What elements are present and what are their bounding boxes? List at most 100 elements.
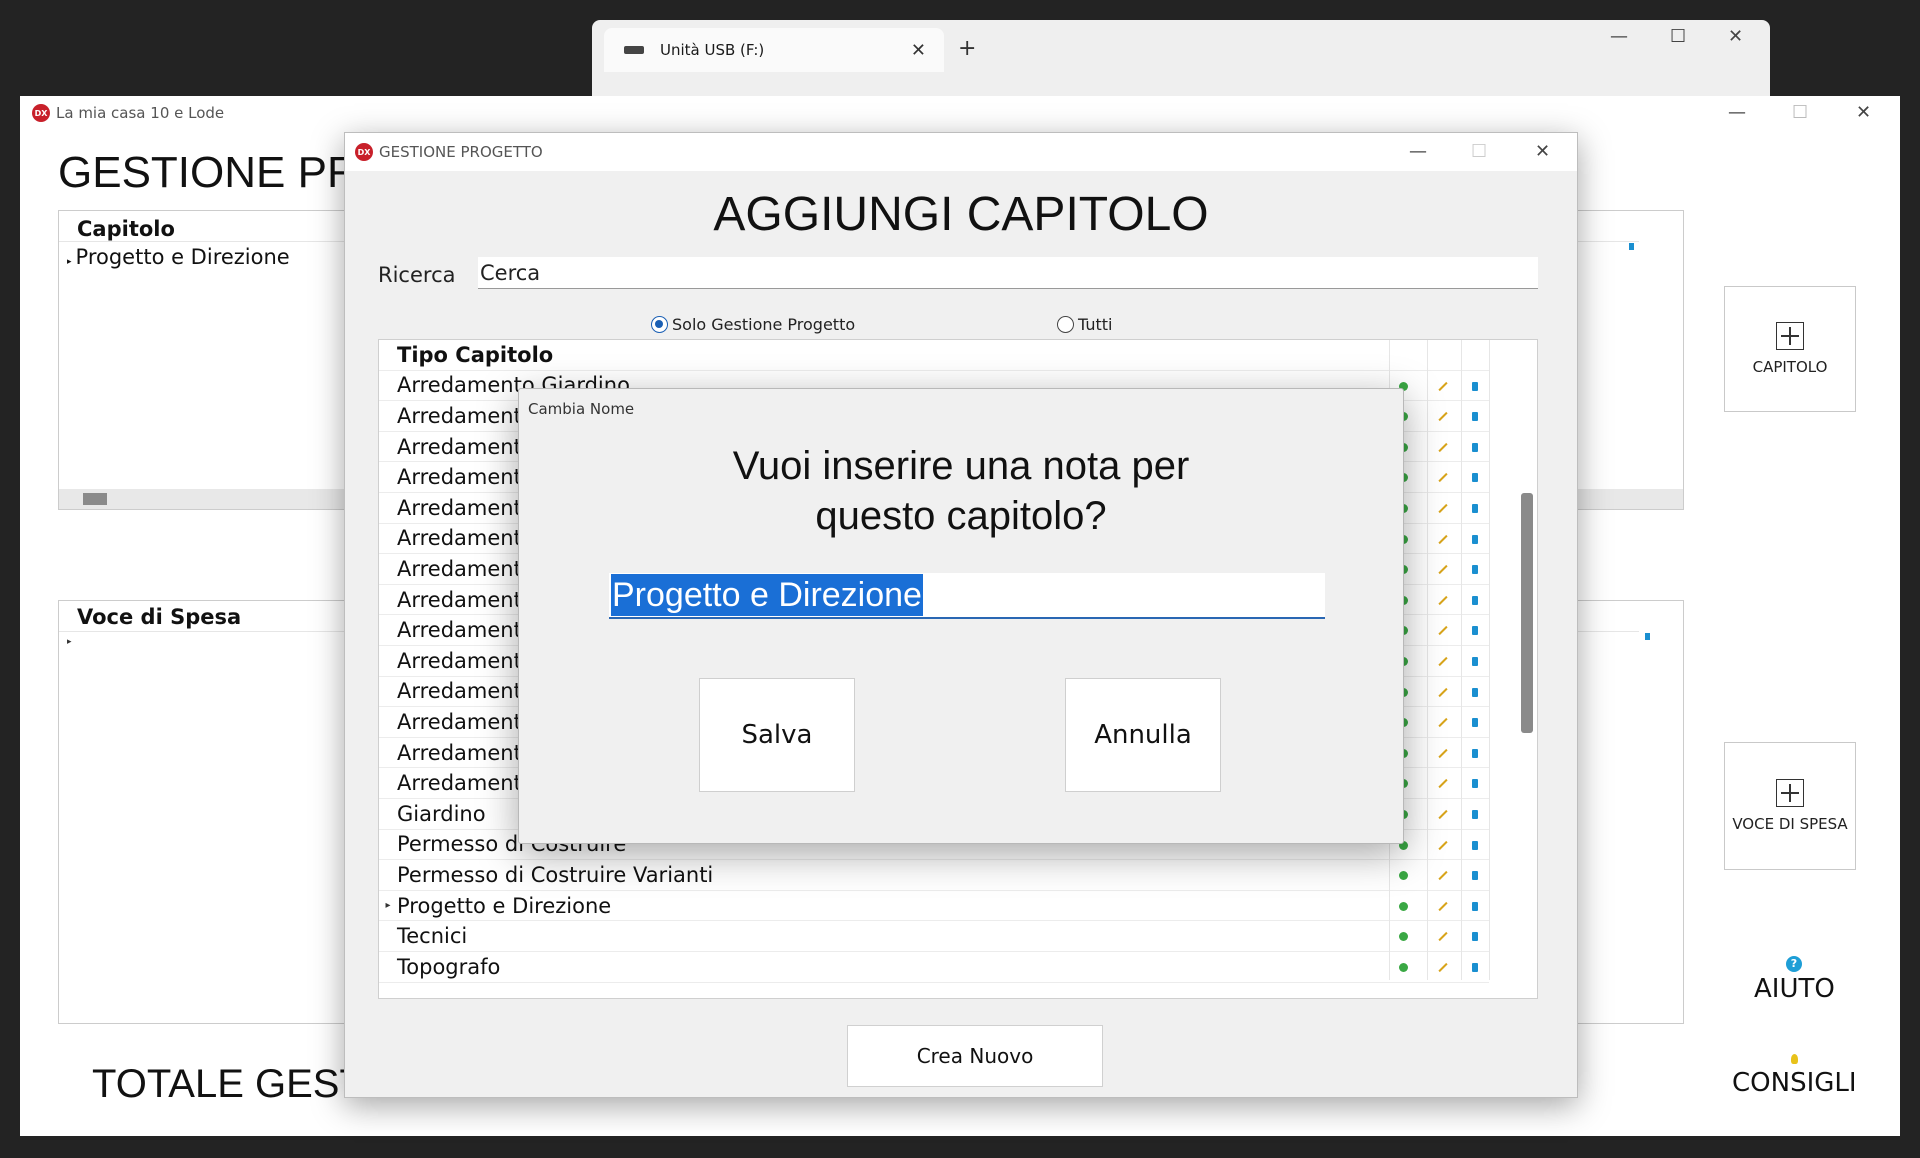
row-indicator-icon: ▸ — [385, 900, 391, 912]
row-label: Arredamento — [397, 495, 535, 520]
delete-icon[interactable] — [1472, 748, 1478, 758]
delete-icon[interactable] — [1472, 534, 1478, 544]
row-label: Arredamento — [397, 740, 535, 765]
delete-icon[interactable] — [1472, 412, 1478, 422]
table-row[interactable]: ▸ Progetto e Direzione — [379, 891, 1489, 922]
row-label: Arredamento — [397, 618, 535, 643]
radio-solo-gestione[interactable]: Solo Gestione Progetto — [651, 315, 855, 334]
row-label: Progetto e Direzione — [397, 893, 612, 918]
main-titlebar: DX La mia casa 10 e Lode — ☐ ✕ — [20, 96, 1900, 132]
aiuto-button[interactable]: ? AIUTO — [1754, 956, 1835, 1004]
row-label: Permesso di Costruire Varianti — [397, 862, 714, 887]
note-input[interactable]: Progetto e Direzione — [609, 573, 1325, 619]
confirm-icon[interactable] — [1399, 901, 1408, 911]
salva-button[interactable]: Salva — [699, 678, 855, 792]
radio-solo-label: Solo Gestione Progetto — [672, 315, 856, 334]
explorer-close-button[interactable]: ✕ — [1728, 26, 1743, 47]
radio-tutti-label: Tutti — [1078, 315, 1113, 334]
main-minimize-button[interactable]: — — [1728, 102, 1746, 123]
row-label: Arredamento — [397, 556, 535, 581]
consigli-label: CONSIGLI — [1732, 1068, 1857, 1098]
dialog-heading: AGGIUNGI CAPITOLO — [713, 188, 1209, 241]
delete-icon[interactable] — [1472, 504, 1478, 513]
gestione-close-button[interactable]: ✕ — [1535, 141, 1550, 162]
row-label: Arredamento — [397, 465, 535, 490]
row-label: Arredamento — [397, 403, 535, 428]
table-row[interactable]: Permesso di Costruire Varianti — [379, 860, 1489, 891]
cambia-nome-titlebar: Cambia Nome — [519, 389, 1403, 429]
row-label: Topografo — [397, 954, 501, 979]
row-label: Arredamento — [397, 771, 535, 796]
delete-icon[interactable] — [1472, 473, 1478, 483]
delete-icon[interactable] — [1629, 243, 1634, 250]
delete-icon[interactable] — [1472, 626, 1478, 636]
plus-icon — [1776, 779, 1804, 807]
main-close-button[interactable]: ✕ — [1856, 102, 1871, 123]
delete-icon[interactable] — [1472, 657, 1478, 666]
search-input[interactable] — [478, 257, 1538, 289]
add-voce-button[interactable]: VOCE DI SPESA — [1724, 742, 1856, 870]
delete-icon[interactable] — [1472, 932, 1478, 942]
gestione-maximize-button[interactable]: ☐ — [1471, 141, 1487, 162]
delete-icon[interactable] — [1472, 810, 1478, 819]
explorer-minimize-button[interactable]: — — [1610, 26, 1628, 47]
gestione-minimize-button[interactable]: — — [1409, 141, 1427, 162]
delete-icon[interactable] — [1472, 779, 1478, 789]
delete-icon[interactable] — [1472, 718, 1478, 728]
annulla-button[interactable]: Annulla — [1065, 678, 1221, 792]
explorer-maximize-button[interactable]: ☐ — [1670, 26, 1686, 47]
crea-nuovo-button[interactable]: Crea Nuovo — [847, 1025, 1103, 1087]
add-voce-label: VOCE DI SPESA — [1732, 815, 1848, 833]
row-label: Arredamento — [397, 648, 535, 673]
row-label: Arredamento — [397, 709, 535, 734]
scrollbar-thumb[interactable] — [83, 493, 107, 505]
close-tab-icon[interactable]: ✕ — [911, 40, 926, 61]
delete-icon[interactable] — [1472, 963, 1478, 972]
radio-checked-icon — [651, 316, 668, 333]
delete-icon[interactable] — [1645, 633, 1650, 640]
delete-icon[interactable] — [1472, 381, 1478, 391]
confirm-icon[interactable] — [1399, 963, 1408, 972]
row-label: Tecnici — [397, 924, 468, 949]
grid-header-label: Tipo Capitolo — [397, 342, 554, 367]
gestione-titlebar: DX GESTIONE PROGETTO — ☐ ✕ — [345, 133, 1577, 171]
grid-header-row: Tipo Capitolo — [379, 340, 1489, 371]
note-question: Vuoi inserire una nota per questo capito… — [519, 441, 1403, 541]
delete-icon[interactable] — [1472, 901, 1478, 911]
add-capitolo-button[interactable]: CAPITOLO — [1724, 286, 1856, 412]
delete-icon[interactable] — [1472, 565, 1478, 575]
row-indicator-icon: ▸ — [67, 257, 72, 267]
question-line-2: questo capitolo? — [815, 494, 1107, 538]
consigli-button[interactable]: CONSIGLI — [1732, 1054, 1857, 1098]
delete-icon[interactable] — [1472, 871, 1478, 881]
row-label: Arredamento — [397, 587, 535, 612]
table-row[interactable]: ▸ Progetto e Direzione — [67, 245, 290, 269]
delete-icon[interactable] — [1472, 442, 1478, 452]
main-maximize-button[interactable]: ☐ — [1792, 102, 1808, 123]
app-logo-icon: DX — [355, 143, 373, 161]
file-explorer-window: Unità USB (F:) ✕ + — ☐ ✕ — [592, 20, 1770, 100]
capitolo-row-label: Progetto e Direzione — [75, 245, 290, 269]
app-logo-icon: DX — [32, 104, 50, 122]
gestione-title: GESTIONE PROGETTO — [379, 143, 543, 161]
capitolo-header: Capitolo — [77, 217, 175, 241]
delete-icon[interactable] — [1472, 595, 1478, 605]
page-title: GESTIONE PR — [58, 148, 359, 197]
new-tab-button[interactable]: + — [958, 36, 976, 61]
radio-tutti[interactable]: Tutti — [1057, 315, 1112, 334]
vertical-scrollbar-thumb[interactable] — [1521, 493, 1533, 733]
add-capitolo-label: CAPITOLO — [1752, 358, 1828, 376]
table-row[interactable]: Tecnici — [379, 921, 1489, 952]
delete-icon[interactable] — [1472, 687, 1478, 697]
row-label: Giardino — [397, 801, 486, 826]
delete-icon[interactable] — [1472, 840, 1478, 850]
table-row[interactable]: Topografo — [379, 952, 1489, 983]
row-label: Arredamento — [397, 526, 535, 551]
help-icon: ? — [1786, 956, 1802, 972]
search-label: Ricerca — [378, 263, 456, 287]
usb-drive-icon — [624, 46, 644, 54]
cambia-nome-title: Cambia Nome — [528, 400, 635, 418]
plus-icon — [1776, 322, 1804, 350]
explorer-tab[interactable]: Unità USB (F:) ✕ — [604, 28, 944, 72]
row-label: Arredamento — [397, 434, 535, 459]
